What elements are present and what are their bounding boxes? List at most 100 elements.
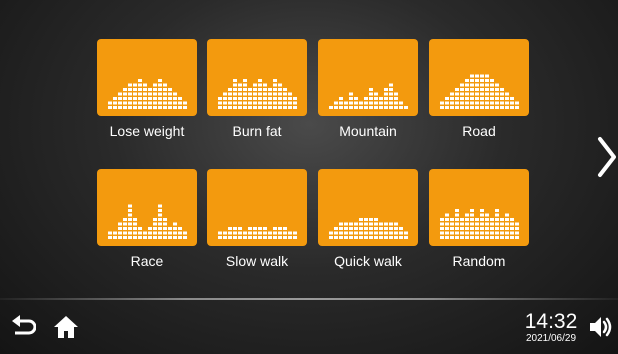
program-label: Quick walk xyxy=(334,253,402,269)
profile-segment xyxy=(173,227,177,230)
profile-segment xyxy=(460,97,464,100)
profile-segment xyxy=(263,106,267,109)
back-arrow-icon[interactable] xyxy=(10,314,36,340)
profile-segment xyxy=(278,101,282,105)
profile-segment xyxy=(228,92,232,96)
profile-segment xyxy=(465,88,469,91)
profile-segment xyxy=(465,101,469,105)
program-label: Mountain xyxy=(339,123,397,139)
profile-segment xyxy=(123,92,127,96)
program-tile-mountain[interactable]: Mountain xyxy=(318,39,418,153)
profile-segment xyxy=(123,222,127,226)
profile-segment xyxy=(243,231,247,235)
profile-segment xyxy=(500,92,504,96)
profile-segment xyxy=(455,213,459,217)
profile-segment xyxy=(253,97,257,100)
profile-segment xyxy=(394,227,398,230)
profile-segment xyxy=(158,83,162,87)
profile-segment xyxy=(500,231,504,235)
profile-segment xyxy=(369,218,373,221)
profile-segment xyxy=(273,106,277,109)
profile-segment xyxy=(233,83,237,87)
profile-segment xyxy=(510,222,514,226)
profile-segment xyxy=(218,101,222,105)
profile-segment xyxy=(128,236,132,239)
profile-segment xyxy=(399,106,403,109)
profile-segment xyxy=(510,231,514,235)
profile-segment xyxy=(123,88,127,91)
profile-segment xyxy=(143,236,147,239)
profile-segment xyxy=(384,236,388,239)
profile-segment xyxy=(173,101,177,105)
profile-segment xyxy=(495,213,499,217)
profile-segment xyxy=(455,218,459,221)
profile-segment xyxy=(278,83,282,87)
home-icon[interactable] xyxy=(53,314,79,340)
profile-segment xyxy=(233,231,237,235)
profile-segment xyxy=(480,209,484,212)
program-tile-random[interactable]: Random xyxy=(429,169,529,283)
profile-segment xyxy=(354,231,358,235)
profile-segment xyxy=(510,227,514,230)
profile-segment xyxy=(475,227,479,230)
profile-segment xyxy=(480,213,484,217)
profile-segment xyxy=(173,231,177,235)
profile-segment xyxy=(233,106,237,109)
profile-segment xyxy=(450,97,454,100)
profile-segment xyxy=(344,106,348,109)
program-tile-road[interactable]: Road xyxy=(429,39,529,153)
profile-segment xyxy=(339,106,343,109)
profile-segment xyxy=(364,231,368,235)
profile-segment xyxy=(465,92,469,96)
profile-segment xyxy=(480,218,484,221)
profile-segment xyxy=(450,231,454,235)
profile-segment xyxy=(445,227,449,230)
profile-segment xyxy=(334,236,338,239)
profile-segment xyxy=(158,213,162,217)
profile-segment xyxy=(223,92,227,96)
program-tile-slow-walk[interactable]: Slow walk xyxy=(207,169,307,283)
profile-segment xyxy=(349,92,353,96)
profile-segment xyxy=(394,236,398,239)
profile-segment xyxy=(500,97,504,100)
profile-segment xyxy=(379,97,383,100)
profile-segment xyxy=(505,213,509,217)
volume-icon[interactable] xyxy=(588,314,616,340)
profile-segment xyxy=(278,236,282,239)
profile-segment xyxy=(158,209,162,212)
program-tile-burn-fat[interactable]: Burn fat xyxy=(207,39,307,153)
program-tile-quick-walk[interactable]: Quick walk xyxy=(318,169,418,283)
profile-segment xyxy=(470,227,474,230)
profile-segment xyxy=(505,106,509,109)
profile-segment xyxy=(123,227,127,230)
program-tile-lose-weight[interactable]: Lose weight xyxy=(97,39,197,153)
profile-segment xyxy=(168,88,172,91)
chevron-right-icon[interactable] xyxy=(596,135,618,179)
profile-segment xyxy=(445,231,449,235)
profile-segment xyxy=(495,218,499,221)
profile-segment xyxy=(118,97,122,100)
profile-segment xyxy=(389,83,393,87)
profile-segment xyxy=(133,106,137,109)
profile-segment xyxy=(470,222,474,226)
profile-segment xyxy=(349,97,353,100)
profile-segment xyxy=(394,222,398,226)
profile-segment xyxy=(133,222,137,226)
profile-segment xyxy=(510,106,514,109)
profile-segment xyxy=(178,236,182,239)
profile-segment xyxy=(495,83,499,87)
profile-segment xyxy=(359,106,363,109)
profile-segment xyxy=(163,106,167,109)
profile-segment xyxy=(510,101,514,105)
profile-segment xyxy=(248,92,252,96)
profile-segment xyxy=(263,231,267,235)
profile-segment xyxy=(178,97,182,100)
profile-segment xyxy=(243,88,247,91)
profile-segment xyxy=(399,227,403,230)
profile-segment xyxy=(480,92,484,96)
profile-segment xyxy=(158,236,162,239)
profile-segment xyxy=(163,236,167,239)
program-tile-race[interactable]: Race xyxy=(97,169,197,283)
profile-segment xyxy=(108,236,112,239)
profile-segment xyxy=(480,74,484,78)
